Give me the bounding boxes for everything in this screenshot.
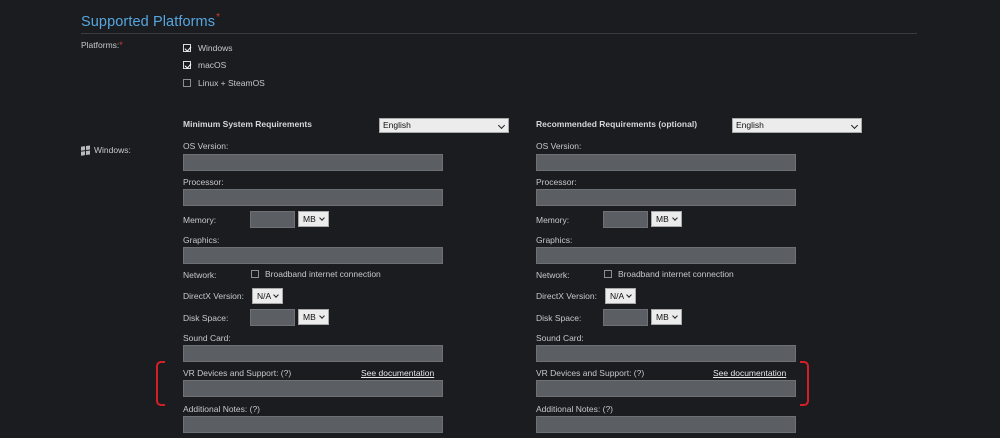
chevron-down-icon xyxy=(273,291,279,298)
minimum-processor-label: Processor: xyxy=(183,177,224,187)
recommended-vr-input[interactable] xyxy=(536,380,796,397)
supported-platforms-panel: Supported Platforms* Platforms:* Windows… xyxy=(0,0,1000,438)
minimum-disk-input[interactable] xyxy=(250,309,295,326)
recommended-os-input[interactable] xyxy=(536,154,796,171)
section-title-text: Supported Platforms xyxy=(81,14,216,30)
platforms-required-marker: * xyxy=(119,40,123,50)
minimum-vr-input[interactable] xyxy=(183,380,443,397)
windows-requirements-label: Windows: xyxy=(81,144,131,156)
minimum-sound-label: Sound Card: xyxy=(183,333,231,343)
linux-checkbox[interactable] xyxy=(183,79,191,87)
chevron-down-icon xyxy=(497,121,506,130)
minimum-memory-unit-value: MB xyxy=(303,214,316,224)
recommended-broadband-option[interactable]: Broadband internet connection xyxy=(604,269,734,279)
platform-linux-option[interactable]: Linux + SteamOS xyxy=(183,77,265,89)
windows-label-text: Windows: xyxy=(94,145,131,155)
minimum-disk-unit-value: MB xyxy=(303,312,316,322)
minimum-requirements-heading: Minimum System Requirements xyxy=(183,119,312,129)
windows-option-label: Windows xyxy=(198,43,233,53)
recommended-language-value: English xyxy=(736,120,764,130)
minimum-language-value: English xyxy=(383,120,411,130)
minimum-os-input[interactable] xyxy=(183,154,443,171)
recommended-processor-input[interactable] xyxy=(536,189,796,206)
platform-windows-option[interactable]: Windows xyxy=(183,42,232,54)
recommended-language-select[interactable]: English xyxy=(732,118,862,133)
recommended-graphics-label: Graphics: xyxy=(536,235,573,245)
minimum-directx-label: DirectX Version: xyxy=(183,291,244,301)
recommended-disk-label: Disk Space: xyxy=(536,313,582,323)
macos-option-label: macOS xyxy=(198,60,227,70)
recommended-broadband-label: Broadband internet connection xyxy=(618,269,734,279)
minimum-notes-input[interactable] xyxy=(183,416,443,433)
recommended-directx-select[interactable]: N/A xyxy=(605,288,636,304)
minimum-directx-value: N/A xyxy=(257,291,272,301)
recommended-os-label: OS Version: xyxy=(536,141,582,151)
minimum-processor-input[interactable] xyxy=(183,189,443,206)
recommended-broadband-checkbox[interactable] xyxy=(604,270,612,278)
minimum-disk-label: Disk Space: xyxy=(183,313,229,323)
platforms-label: Platforms:* xyxy=(81,40,123,50)
recommended-disk-input[interactable] xyxy=(603,309,648,326)
minimum-broadband-checkbox[interactable] xyxy=(251,270,259,278)
platform-macos-option[interactable]: macOS xyxy=(183,59,226,71)
chevron-down-icon xyxy=(850,121,859,130)
windows-checkbox[interactable] xyxy=(183,44,191,52)
minimum-broadband-option[interactable]: Broadband internet connection xyxy=(251,269,381,279)
macos-checkbox[interactable] xyxy=(183,61,191,69)
chevron-down-icon xyxy=(672,312,678,319)
recommended-processor-label: Processor: xyxy=(536,177,577,187)
recommended-directx-value: N/A xyxy=(610,291,625,301)
recommended-memory-input[interactable] xyxy=(603,211,648,228)
minimum-memory-unit-select[interactable]: MB xyxy=(298,211,329,227)
recommended-notes-input[interactable] xyxy=(536,416,796,433)
chevron-down-icon xyxy=(319,312,325,319)
recommended-vr-label: VR Devices and Support: (?) xyxy=(536,368,645,378)
recommended-disk-unit-value: MB xyxy=(656,312,669,322)
minimum-directx-select[interactable]: N/A xyxy=(252,288,283,304)
recommended-notes-label: Additional Notes: (?) xyxy=(536,404,614,414)
minimum-sound-input[interactable] xyxy=(183,345,443,362)
minimum-network-label: Network: xyxy=(183,270,217,280)
minimum-broadband-label: Broadband internet connection xyxy=(265,269,381,279)
recommended-graphics-input[interactable] xyxy=(536,247,796,264)
minimum-graphics-input[interactable] xyxy=(183,247,443,264)
recommended-memory-label: Memory: xyxy=(536,215,570,225)
chevron-down-icon xyxy=(672,214,678,221)
recommended-sound-input[interactable] xyxy=(536,345,796,362)
minimum-os-label: OS Version: xyxy=(183,141,229,151)
minimum-notes-label: Additional Notes: (?) xyxy=(183,404,261,414)
windows-logo-icon xyxy=(81,144,91,156)
minimum-memory-input[interactable] xyxy=(250,211,295,228)
recommended-disk-unit-select[interactable]: MB xyxy=(651,309,682,325)
recommended-memory-unit-select[interactable]: MB xyxy=(651,211,682,227)
recommended-requirements-heading: Recommended Requirements (optional) xyxy=(536,119,698,129)
minimum-language-select[interactable]: English xyxy=(379,118,509,133)
platforms-label-text: Platforms: xyxy=(81,40,120,50)
recommended-network-label: Network: xyxy=(536,270,570,280)
recommended-vr-documentation-link[interactable]: See documentation xyxy=(713,368,786,378)
minimum-vr-documentation-link[interactable]: See documentation xyxy=(361,368,434,378)
linux-option-label: Linux + SteamOS xyxy=(198,78,265,88)
vr-highlight-bracket-right xyxy=(800,361,809,406)
minimum-vr-label: VR Devices and Support: (?) xyxy=(183,368,292,378)
minimum-memory-label: Memory: xyxy=(183,215,217,225)
recommended-directx-label: DirectX Version: xyxy=(536,291,597,301)
required-marker: * xyxy=(216,12,221,23)
chevron-down-icon xyxy=(626,291,632,298)
section-title: Supported Platforms* xyxy=(81,12,221,30)
section-divider xyxy=(81,33,917,34)
recommended-memory-unit-value: MB xyxy=(656,214,669,224)
chevron-down-icon xyxy=(319,214,325,221)
vr-highlight-bracket-left xyxy=(156,361,165,406)
minimum-disk-unit-select[interactable]: MB xyxy=(298,309,329,325)
minimum-graphics-label: Graphics: xyxy=(183,235,220,245)
recommended-sound-label: Sound Card: xyxy=(536,333,584,343)
